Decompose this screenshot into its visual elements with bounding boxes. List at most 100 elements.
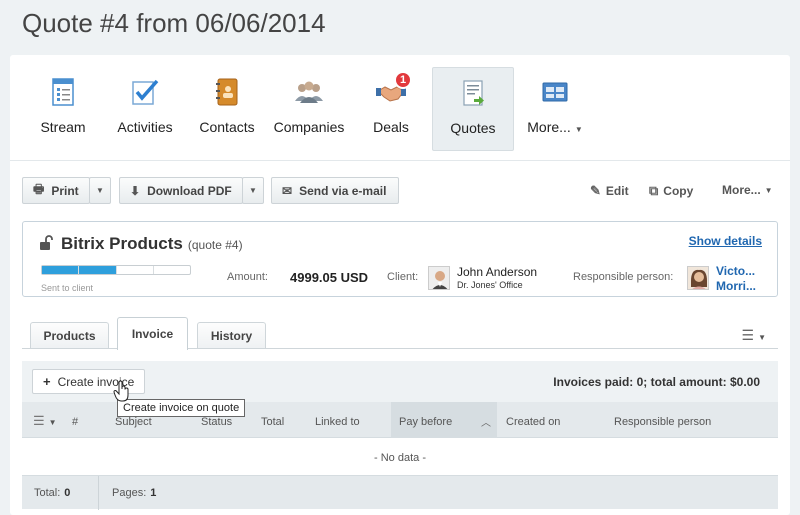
footer-pages: Pages: 1 xyxy=(112,487,156,499)
column-responsible-person[interactable]: Responsible person xyxy=(614,416,711,428)
client-avatar[interactable] xyxy=(428,266,450,290)
status-progress-bar[interactable] xyxy=(41,265,191,275)
pencil-icon: ✎ xyxy=(590,183,601,198)
nav-item-stream[interactable]: Stream xyxy=(22,67,104,151)
chevron-down-icon: ▼ xyxy=(249,186,257,195)
plus-icon: + xyxy=(43,374,51,389)
hand-cursor-icon xyxy=(113,380,129,402)
menu-icon: ☰ xyxy=(741,327,755,343)
more-actions-button[interactable]: More... ▼ xyxy=(722,183,773,197)
menu-icon: ☰ xyxy=(33,413,45,428)
unlock-icon xyxy=(40,235,53,250)
more-actions-label: More... xyxy=(722,183,761,197)
quote-summary-card: Bitrix Products (quote #4) Show details … xyxy=(22,221,778,297)
nav-item-companies[interactable]: Companies xyxy=(268,67,350,151)
create-invoice-tooltip: Create invoice on quote xyxy=(117,399,246,417)
main-panel: Stream Activities Contacts Companies 1 D… xyxy=(10,55,790,515)
grid-settings-button[interactable]: ☰ ▼ xyxy=(33,413,57,429)
nav-label: Quotes xyxy=(450,120,496,136)
progress-segment xyxy=(117,266,154,274)
nav-item-more[interactable]: More... ▼ xyxy=(514,67,596,151)
print-label: Print xyxy=(51,183,79,198)
progress-segment xyxy=(42,266,80,274)
tab-settings-button[interactable]: ☰ ▼ xyxy=(742,327,766,344)
footer-divider xyxy=(98,476,99,510)
invoice-toolbar: + Create invoice Invoices paid: 0; total… xyxy=(22,361,778,402)
column-subject[interactable]: Subject xyxy=(115,416,152,428)
toolbar: 🖶 Print ▼ ⬇ Download PDF ▼ ✉ Send via e-… xyxy=(22,177,778,205)
responsible-avatar[interactable] xyxy=(687,266,709,290)
tab-products[interactable]: Products xyxy=(30,322,109,349)
download-pdf-label: Download PDF xyxy=(147,183,232,198)
client-label: Client: xyxy=(387,271,419,283)
nav-label: Activities xyxy=(117,119,173,135)
copy-icon: ⧉ xyxy=(649,183,659,198)
deals-icon-wrap: 1 xyxy=(376,71,412,107)
amount-label: Amount: xyxy=(227,271,268,283)
nav-item-deals[interactable]: 1 Deals xyxy=(350,67,432,151)
print-menu-button[interactable]: ▼ xyxy=(89,177,111,204)
download-menu-button[interactable]: ▼ xyxy=(242,177,264,204)
nav-item-contacts[interactable]: Contacts xyxy=(186,67,268,151)
download-icon: ⬇ xyxy=(130,183,141,198)
nav-label: Contacts xyxy=(199,119,255,135)
nav-label-more: More... ▼ xyxy=(527,119,583,135)
person-icon xyxy=(688,267,708,289)
column-pay-before[interactable]: Pay before ︿ xyxy=(391,402,497,438)
footer-total-label: Total: xyxy=(34,487,61,499)
column-linked-to[interactable]: Linked to xyxy=(315,416,360,428)
column-number[interactable]: # xyxy=(72,416,78,428)
chevron-down-icon: ▼ xyxy=(48,418,57,427)
download-pdf-button[interactable]: ⬇ Download PDF xyxy=(119,177,243,204)
activities-icon xyxy=(132,79,159,105)
send-email-button[interactable]: ✉ Send via e-mail xyxy=(271,177,399,204)
print-button[interactable]: 🖶 Print xyxy=(22,177,90,204)
column-pay-before-label: Pay before xyxy=(399,416,453,428)
copy-label: Copy xyxy=(663,184,694,198)
deals-badge: 1 xyxy=(394,71,412,89)
chevron-down-icon: ▼ xyxy=(96,186,104,195)
progress-segment xyxy=(154,266,190,274)
column-status[interactable]: Status xyxy=(201,416,232,428)
column-created-on[interactable]: Created on xyxy=(506,416,560,428)
invoices-paid-summary: Invoices paid: 0; total amount: $0.00 xyxy=(553,375,760,389)
client-name-link[interactable]: John Anderson xyxy=(457,265,537,279)
nav-item-quotes[interactable]: Quotes xyxy=(432,67,514,151)
nav-label: Companies xyxy=(273,119,345,135)
client-company: Dr. Jones' Office xyxy=(457,280,523,290)
quote-number: (quote #4) xyxy=(187,238,243,252)
send-email-label: Send via e-mail xyxy=(299,183,387,198)
column-total[interactable]: Total xyxy=(261,416,284,428)
amount-value: 4999.05 USD xyxy=(290,270,369,285)
responsible-first-name: Victo... xyxy=(716,264,756,278)
quotes-icon xyxy=(463,80,484,106)
stream-icon xyxy=(52,78,74,106)
status-label: Sent to client xyxy=(41,283,94,293)
printer-icon: 🖶 xyxy=(33,182,45,196)
nav-label: Deals xyxy=(373,119,409,135)
chevron-up-icon: ︿ xyxy=(481,418,491,429)
show-details-link[interactable]: Show details xyxy=(689,234,762,248)
footer-total: Total: 0 xyxy=(34,487,70,499)
more-icon xyxy=(542,82,568,102)
footer-total-value: 0 xyxy=(64,487,71,499)
edit-label: Edit xyxy=(605,184,629,198)
responsible-name-link[interactable]: Victo... Morri... xyxy=(716,264,768,294)
person-icon xyxy=(429,267,449,289)
tab-invoice[interactable]: Invoice xyxy=(117,317,188,350)
grid-empty-message: - No data - xyxy=(374,452,426,464)
companies-icon xyxy=(295,81,323,103)
footer-pages-label: Pages: xyxy=(112,487,147,499)
tab-history[interactable]: History xyxy=(197,322,266,349)
quote-title: Bitrix Products xyxy=(61,234,183,253)
chevron-down-icon: ▼ xyxy=(574,125,583,134)
copy-button[interactable]: ⧉ Copy xyxy=(649,183,693,199)
crm-nav: Stream Activities Contacts Companies 1 D… xyxy=(22,67,596,153)
edit-button[interactable]: ✎ Edit xyxy=(590,183,629,199)
grid-footer: Total: 0 Pages: 1 xyxy=(22,475,778,510)
nav-label: Stream xyxy=(40,119,86,135)
page-title: Quote #4 from 06/06/2014 xyxy=(22,8,326,38)
nav-label: More... xyxy=(527,119,571,135)
chevron-down-icon: ▼ xyxy=(764,185,773,195)
nav-item-activities[interactable]: Activities xyxy=(104,67,186,151)
